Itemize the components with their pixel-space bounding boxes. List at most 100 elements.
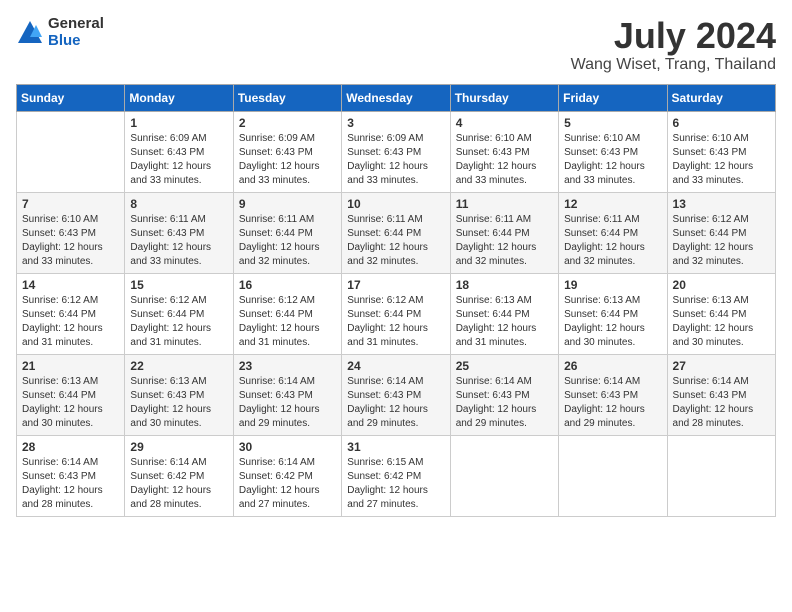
calendar-cell: 8Sunrise: 6:11 AM Sunset: 6:43 PM Daylig… (125, 192, 233, 273)
calendar-cell (667, 435, 775, 516)
cell-info: Sunrise: 6:12 AM Sunset: 6:44 PM Dayligh… (130, 294, 227, 350)
month-title: July 2024 (571, 16, 776, 56)
calendar-cell (17, 111, 125, 192)
cell-info: Sunrise: 6:13 AM Sunset: 6:44 PM Dayligh… (22, 375, 119, 431)
cell-info: Sunrise: 6:09 AM Sunset: 6:43 PM Dayligh… (239, 132, 336, 188)
day-number: 25 (456, 359, 553, 373)
calendar-cell: 1Sunrise: 6:09 AM Sunset: 6:43 PM Daylig… (125, 111, 233, 192)
calendar-cell: 24 Sunrise: 6:14 AM Sunset: 6:43 PM Dayli… (342, 354, 450, 435)
cell-info: Sunrise: 6:13 AM Sunset: 6:44 PM Dayligh… (456, 294, 553, 350)
calendar-week-row: 28 Sunrise: 6:14 AM Sunset: 6:43 PM Dayli… (17, 435, 776, 516)
day-number: 26 (564, 359, 661, 373)
day-number: 4 (456, 116, 553, 130)
calendar-cell: 9Sunrise: 6:11 AM Sunset: 6:44 PM Daylig… (233, 192, 341, 273)
calendar-cell: 31 Sunrise: 6:15 AM Sunset: 6:42 PM Dayli… (342, 435, 450, 516)
calendar-cell: 25 Sunrise: 6:14 AM Sunset: 6:43 PM Dayli… (450, 354, 558, 435)
weekday-header-cell: Monday (125, 84, 233, 111)
calendar-cell: 3Sunrise: 6:09 AM Sunset: 6:43 PM Daylig… (342, 111, 450, 192)
cell-info: Sunrise: 6:14 AM Sunset: 6:43 PM Dayligh… (564, 375, 661, 431)
calendar-cell (450, 435, 558, 516)
day-number: 1 (130, 116, 227, 130)
calendar-cell: 6Sunrise: 6:10 AM Sunset: 6:43 PM Daylig… (667, 111, 775, 192)
cell-info: Sunrise: 6:12 AM Sunset: 6:44 PM Dayligh… (673, 213, 770, 269)
cell-info: Sunrise: 6:14 AM Sunset: 6:43 PM Dayligh… (673, 375, 770, 431)
calendar-cell: 5 Sunrise: 6:10 AM Sunset: 6:43 PM Daylig… (559, 111, 667, 192)
logo-text: General Blue (48, 16, 104, 49)
day-number: 27 (673, 359, 770, 373)
day-number: 19 (564, 278, 661, 292)
calendar-cell: 22Sunrise: 6:13 AM Sunset: 6:43 PM Dayli… (125, 354, 233, 435)
cell-info: Sunrise: 6:15 AM Sunset: 6:42 PM Dayligh… (347, 456, 444, 512)
logo-blue: Blue (48, 33, 104, 50)
logo: General Blue (16, 16, 104, 49)
weekday-header-cell: Saturday (667, 84, 775, 111)
day-number: 5 (564, 116, 661, 130)
day-number: 2 (239, 116, 336, 130)
calendar-cell: 19 Sunrise: 6:13 AM Sunset: 6:44 PM Dayli… (559, 273, 667, 354)
calendar-cell: 14 Sunrise: 6:12 AM Sunset: 6:44 PM Dayli… (17, 273, 125, 354)
calendar-cell: 11Sunrise: 6:11 AM Sunset: 6:44 PM Dayli… (450, 192, 558, 273)
day-number: 17 (347, 278, 444, 292)
calendar-cell: 30 Sunrise: 6:14 AM Sunset: 6:42 PM Dayli… (233, 435, 341, 516)
calendar-week-row: 14 Sunrise: 6:12 AM Sunset: 6:44 PM Dayli… (17, 273, 776, 354)
logo-icon (16, 19, 44, 47)
day-number: 8 (130, 197, 227, 211)
day-number: 13 (673, 197, 770, 211)
day-number: 30 (239, 440, 336, 454)
cell-info: Sunrise: 6:14 AM Sunset: 6:42 PM Dayligh… (239, 456, 336, 512)
weekday-header-cell: Wednesday (342, 84, 450, 111)
calendar-cell: 18 Sunrise: 6:13 AM Sunset: 6:44 PM Dayli… (450, 273, 558, 354)
cell-info: Sunrise: 6:14 AM Sunset: 6:43 PM Dayligh… (456, 375, 553, 431)
calendar-cell (559, 435, 667, 516)
logo-general: General (48, 16, 104, 33)
day-number: 28 (22, 440, 119, 454)
location: Wang Wiset, Trang, Thailand (571, 56, 776, 74)
cell-info: Sunrise: 6:14 AM Sunset: 6:43 PM Dayligh… (239, 375, 336, 431)
day-number: 21 (22, 359, 119, 373)
cell-info: Sunrise: 6:10 AM Sunset: 6:43 PM Dayligh… (564, 132, 661, 188)
cell-info: Sunrise: 6:12 AM Sunset: 6:44 PM Dayligh… (22, 294, 119, 350)
calendar-cell: 26 Sunrise: 6:14 AM Sunset: 6:43 PM Dayli… (559, 354, 667, 435)
day-number: 10 (347, 197, 444, 211)
weekday-header-cell: Thursday (450, 84, 558, 111)
calendar-header: SundayMondayTuesdayWednesdayThursdayFrid… (17, 84, 776, 111)
day-number: 24 (347, 359, 444, 373)
day-number: 16 (239, 278, 336, 292)
cell-info: Sunrise: 6:13 AM Sunset: 6:44 PM Dayligh… (564, 294, 661, 350)
cell-info: Sunrise: 6:14 AM Sunset: 6:43 PM Dayligh… (347, 375, 444, 431)
calendar-cell: 27 Sunrise: 6:14 AM Sunset: 6:43 PM Dayli… (667, 354, 775, 435)
calendar-week-row: 1 Sunrise: 6:09 AM Sunset: 6:43 PM Daylig… (17, 111, 776, 192)
calendar-week-row: 21 Sunrise: 6:13 AM Sunset: 6:44 PM Dayli… (17, 354, 776, 435)
day-number: 3 (347, 116, 444, 130)
cell-info: Sunrise: 6:11 AM Sunset: 6:44 PM Dayligh… (347, 213, 444, 269)
calendar-cell: 28 Sunrise: 6:14 AM Sunset: 6:43 PM Dayli… (17, 435, 125, 516)
calendar-cell: 17Sunrise: 6:12 AM Sunset: 6:44 PM Dayli… (342, 273, 450, 354)
cell-info: Sunrise: 6:14 AM Sunset: 6:43 PM Dayligh… (22, 456, 119, 512)
cell-info: Sunrise: 6:13 AM Sunset: 6:44 PM Dayligh… (673, 294, 770, 350)
day-number: 31 (347, 440, 444, 454)
calendar-cell: 21 Sunrise: 6:13 AM Sunset: 6:44 PM Dayli… (17, 354, 125, 435)
day-number: 20 (673, 278, 770, 292)
day-number: 12 (564, 197, 661, 211)
calendar-cell: 2 Sunrise: 6:09 AM Sunset: 6:43 PM Daylig… (233, 111, 341, 192)
calendar-cell: 7Sunrise: 6:10 AM Sunset: 6:43 PM Daylig… (17, 192, 125, 273)
calendar-cell: 15Sunrise: 6:12 AM Sunset: 6:44 PM Dayli… (125, 273, 233, 354)
cell-info: Sunrise: 6:11 AM Sunset: 6:44 PM Dayligh… (239, 213, 336, 269)
calendar-cell: 12Sunrise: 6:11 AM Sunset: 6:44 PM Dayli… (559, 192, 667, 273)
calendar-cell: 16Sunrise: 6:12 AM Sunset: 6:44 PM Dayli… (233, 273, 341, 354)
weekday-header-cell: Tuesday (233, 84, 341, 111)
cell-info: Sunrise: 6:10 AM Sunset: 6:43 PM Dayligh… (456, 132, 553, 188)
calendar-cell: 29Sunrise: 6:14 AM Sunset: 6:42 PM Dayli… (125, 435, 233, 516)
day-number: 18 (456, 278, 553, 292)
weekday-header-cell: Sunday (17, 84, 125, 111)
calendar-cell: 20 Sunrise: 6:13 AM Sunset: 6:44 PM Dayli… (667, 273, 775, 354)
calendar-cell: 13 Sunrise: 6:12 AM Sunset: 6:44 PM Dayli… (667, 192, 775, 273)
calendar-body: 1 Sunrise: 6:09 AM Sunset: 6:43 PM Daylig… (17, 111, 776, 516)
cell-info: Sunrise: 6:10 AM Sunset: 6:43 PM Dayligh… (673, 132, 770, 188)
calendar-table: SundayMondayTuesdayWednesdayThursdayFrid… (16, 84, 776, 517)
day-number: 22 (130, 359, 227, 373)
day-number: 23 (239, 359, 336, 373)
day-number: 14 (22, 278, 119, 292)
cell-info: Sunrise: 6:10 AM Sunset: 6:43 PM Dayligh… (22, 213, 119, 269)
weekday-header-row: SundayMondayTuesdayWednesdayThursdayFrid… (17, 84, 776, 111)
